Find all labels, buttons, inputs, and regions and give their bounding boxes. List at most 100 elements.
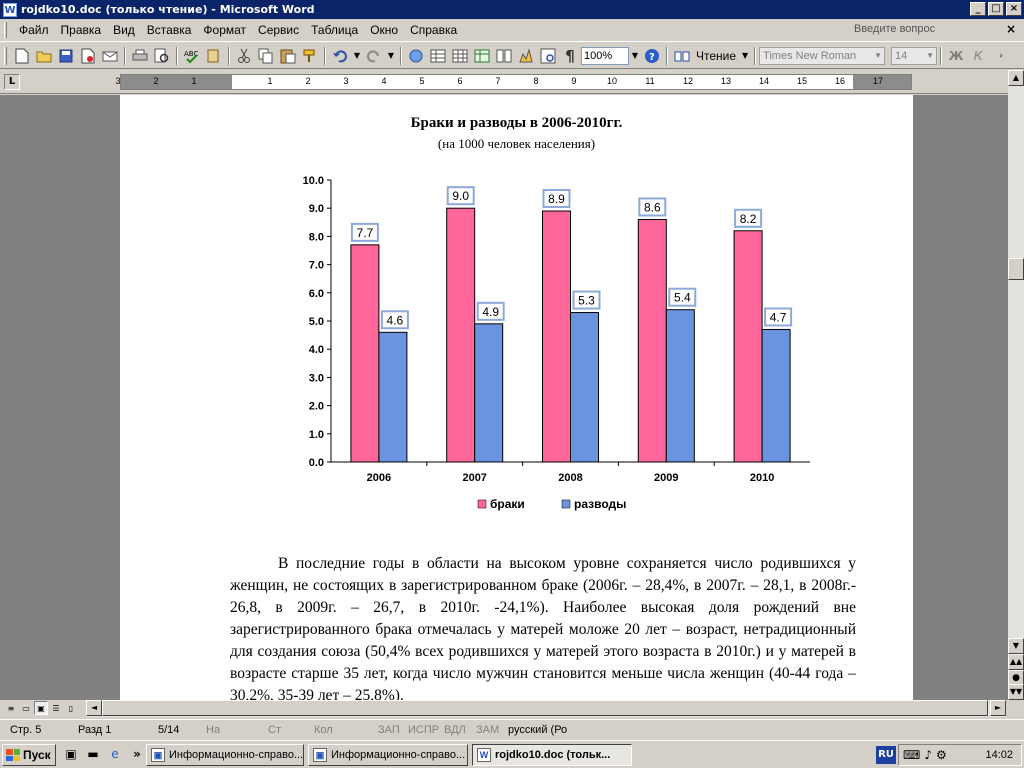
task-button-1[interactable]: ▣ Информационно-справо... — [146, 744, 304, 766]
show-hide-icon[interactable]: ¶ — [560, 46, 580, 66]
undo-icon[interactable] — [330, 46, 350, 66]
task-button-2[interactable]: ▣ Информационно-справо... — [308, 744, 468, 766]
menu-file[interactable]: Файл — [13, 23, 55, 37]
hyperlink-icon[interactable] — [406, 46, 426, 66]
reading-view-button[interactable]: ▯ — [64, 701, 78, 715]
menu-table[interactable]: Таблица — [305, 23, 364, 37]
help-icon[interactable]: ? — [642, 46, 662, 66]
paste-icon[interactable] — [278, 46, 298, 66]
body-paragraph[interactable]: В последние годы в области на высоком ур… — [230, 553, 856, 700]
word-app-icon[interactable]: W — [3, 2, 17, 17]
normal-view-button[interactable]: ≡ — [4, 701, 18, 715]
folder-icon[interactable]: ▬ — [84, 747, 102, 763]
insert-excel-icon[interactable] — [472, 46, 492, 66]
task-button-word[interactable]: Wrojdko10.doc (тольк... — [472, 744, 632, 766]
marriage-divorce-chart[interactable]: 0.0 1.0 2.0 3.0 4.0 5.0 6.0 7.0 8.0 9.0 10.0 2006 7.… — [120, 95, 913, 525]
cut-icon[interactable] — [234, 46, 254, 66]
menu-help[interactable]: Справка — [404, 23, 463, 37]
status-trk[interactable]: ИСПР — [408, 724, 439, 736]
horizontal-scrollbar[interactable]: ◄ ► — [86, 700, 1006, 717]
ask-question-box[interactable]: Введите вопрос — [854, 23, 994, 38]
scroll-right-button[interactable]: ► — [990, 700, 1006, 716]
close-button[interactable]: × — [1006, 2, 1022, 16]
menu-insert[interactable]: Вставка — [141, 23, 198, 37]
previous-page-button[interactable]: ▲▲ — [1008, 654, 1024, 670]
status-ovr[interactable]: ЗАМ — [476, 724, 499, 736]
save-icon[interactable] — [56, 46, 76, 66]
italic-button[interactable]: К — [968, 46, 988, 66]
web-view-button[interactable]: ▭ — [19, 701, 33, 715]
menubar-grip[interactable] — [4, 22, 7, 38]
new-icon[interactable] — [12, 46, 32, 66]
print-preview-icon[interactable] — [152, 46, 172, 66]
menu-view[interactable]: Вид — [107, 23, 141, 37]
scroll-down-button[interactable]: ▼ — [1008, 638, 1024, 654]
status-rec[interactable]: ЗАП — [378, 724, 400, 736]
font-dropdown-icon[interactable]: ▼ — [874, 48, 882, 64]
y-tick-label: 0.0 — [309, 457, 324, 469]
bar-marriages — [542, 210, 571, 463]
document-close-button[interactable]: × — [1006, 22, 1016, 36]
ruler-number: 2 — [153, 76, 159, 86]
menu-edit[interactable]: Правка — [55, 23, 108, 37]
copy-icon[interactable] — [256, 46, 276, 66]
bold-button[interactable]: Ж — [946, 46, 966, 66]
permission-icon[interactable] — [78, 46, 98, 66]
network-icon[interactable]: ⌨ — [903, 748, 920, 762]
tab-selector[interactable]: L — [4, 74, 20, 90]
font-name-box[interactable]: Times New Roman ▼ — [759, 46, 886, 65]
menu-tools[interactable]: Сервис — [252, 23, 305, 37]
format-painter-icon[interactable] — [300, 46, 320, 66]
toolbar-separator — [400, 46, 402, 65]
open-icon[interactable] — [34, 46, 54, 66]
quicklaunch-more-icon[interactable]: » — [128, 747, 146, 763]
menu-window[interactable]: Окно — [364, 23, 404, 37]
zoom-box[interactable]: 100% — [581, 46, 629, 65]
vertical-scroll-thumb[interactable] — [1008, 258, 1024, 280]
undo-dropdown-icon[interactable]: ▼ — [351, 47, 363, 65]
minimize-button[interactable]: _ — [970, 2, 986, 16]
menu-format[interactable]: Формат — [197, 23, 252, 37]
drawing-icon[interactable] — [516, 46, 536, 66]
status-ext[interactable]: ВДЛ — [444, 724, 466, 736]
internet-explorer-icon[interactable]: e — [106, 747, 124, 763]
language-indicator[interactable]: RU — [876, 746, 896, 764]
more-buttons-icon[interactable]: › — [995, 47, 1007, 65]
start-button[interactable]: Пуск — [2, 744, 56, 766]
horizontal-ruler[interactable]: 3 2 1 1 2 3 4 5 6 7 8 9 10 11 12 13 14 15 16 17 — [115, 74, 912, 90]
next-page-button[interactable]: ▼▼ — [1008, 684, 1024, 700]
vertical-scrollbar[interactable]: ▲ ▼ ▲▲ ● ▼▼ — [1008, 70, 1024, 700]
size-dropdown-icon[interactable]: ▼ — [926, 48, 934, 64]
horizontal-scroll-thumb[interactable] — [102, 700, 988, 716]
volume-icon[interactable]: ♪ — [924, 748, 932, 762]
x-tick-label: 2008 — [558, 472, 582, 484]
redo-icon[interactable] — [364, 46, 384, 66]
zoom-dropdown-icon[interactable]: ▼ — [629, 47, 641, 65]
spelling-icon[interactable]: ABC — [182, 46, 202, 66]
word-icon: W — [477, 748, 491, 762]
status-language[interactable]: русский (Ро — [508, 724, 567, 736]
outline-view-button[interactable]: ☰ — [49, 701, 63, 715]
print-layout-button[interactable]: ▣ — [34, 701, 48, 715]
scroll-left-button[interactable]: ◄ — [86, 700, 102, 716]
scroll-up-button[interactable]: ▲ — [1008, 70, 1024, 86]
print-icon[interactable] — [130, 46, 150, 66]
font-size-box[interactable]: 14 ▼ — [891, 46, 938, 65]
email-icon[interactable] — [100, 46, 120, 66]
reading-icon[interactable] — [672, 46, 692, 66]
legend-label: браки — [490, 497, 525, 511]
desktop-icon[interactable]: ▣ — [62, 747, 80, 763]
research-icon[interactable] — [204, 46, 224, 66]
maximize-button[interactable]: □ — [988, 2, 1004, 16]
security-icon[interactable]: ⚙ — [936, 748, 947, 762]
columns-icon[interactable] — [494, 46, 514, 66]
document-page[interactable]: Браки и разводы в 2006-2010гг. (на 1000 … — [120, 95, 913, 700]
clock[interactable]: 14:02 — [985, 749, 1013, 761]
document-map-icon[interactable] — [538, 46, 558, 66]
insert-table-icon[interactable] — [450, 46, 470, 66]
tables-borders-icon[interactable] — [428, 46, 448, 66]
reading-mode-button[interactable]: Чтение — [693, 49, 739, 63]
redo-dropdown-icon[interactable]: ▼ — [385, 47, 397, 65]
toolbar-grip[interactable] — [4, 46, 7, 65]
toolbar-options-icon[interactable]: ▼ — [739, 47, 751, 65]
